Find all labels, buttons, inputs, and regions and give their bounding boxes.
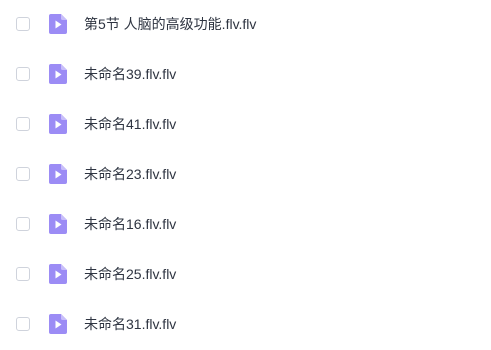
file-name[interactable]: 未命名31.flv.flv [84,315,176,333]
file-row[interactable]: 未命名16.flv.flv [0,200,491,250]
video-file-icon [49,264,67,284]
file-list: 第5节 人脑的高级功能.flv.flv 未命名39.flv.flv 未命名41.… [0,0,491,334]
file-row[interactable]: 未命名23.flv.flv [0,150,491,200]
video-file-icon [49,114,67,134]
file-name[interactable]: 第5节 人脑的高级功能.flv.flv [84,15,256,33]
file-name[interactable]: 未命名39.flv.flv [84,65,176,83]
file-row[interactable]: 未命名41.flv.flv [0,100,491,150]
file-row[interactable]: 第5节 人脑的高级功能.flv.flv [0,0,491,50]
row-checkbox[interactable] [16,117,30,131]
file-row[interactable]: 未命名39.flv.flv [0,50,491,100]
row-checkbox[interactable] [16,67,30,81]
file-row[interactable]: 未命名25.flv.flv [0,250,491,300]
row-checkbox[interactable] [16,267,30,281]
file-name[interactable]: 未命名16.flv.flv [84,215,176,233]
file-name[interactable]: 未命名23.flv.flv [84,165,176,183]
file-name[interactable]: 未命名25.flv.flv [84,265,176,283]
video-file-icon [49,214,67,234]
row-checkbox[interactable] [16,217,30,231]
file-row[interactable]: 未命名31.flv.flv [0,300,491,350]
file-name[interactable]: 未命名41.flv.flv [84,115,176,133]
row-checkbox[interactable] [16,317,30,331]
video-file-icon [49,314,67,334]
video-file-icon [49,164,67,184]
video-file-icon [49,64,67,84]
video-file-icon [49,14,67,34]
row-checkbox[interactable] [16,167,30,181]
row-checkbox[interactable] [16,17,30,31]
